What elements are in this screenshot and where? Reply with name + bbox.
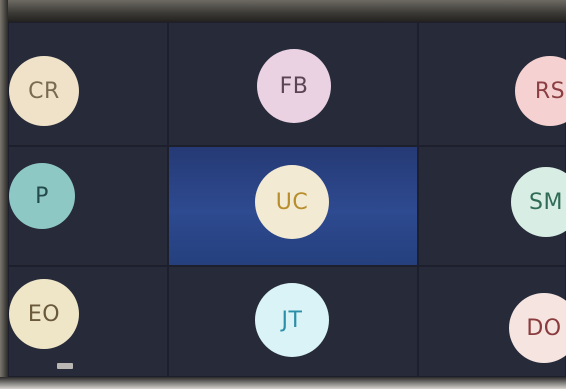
participant-tile-p[interactable]: P xyxy=(8,146,168,266)
participant-tile-sm[interactable]: SM xyxy=(418,146,566,266)
participant-tile-do[interactable]: DO xyxy=(418,266,566,377)
avatar: DO xyxy=(509,293,566,363)
video-call-screen: CR FB RS P UC SM EO JT DO xyxy=(0,0,566,389)
avatar: UC xyxy=(255,165,329,239)
participant-tile-rs[interactable]: RS xyxy=(418,22,566,146)
avatar-initials: UC xyxy=(275,189,309,215)
monitor-bezel-left xyxy=(0,0,8,389)
avatar-initials: RS xyxy=(534,78,566,104)
avatar-initials: SM xyxy=(529,189,563,215)
avatar: EO xyxy=(9,279,79,349)
avatar-initials: FB xyxy=(279,73,309,99)
participant-tile-fb[interactable]: FB xyxy=(168,22,418,146)
avatar: FB xyxy=(257,49,331,123)
monitor-bezel-top xyxy=(0,0,566,22)
participant-grid: CR FB RS P UC SM EO JT DO xyxy=(8,22,566,377)
avatar: P xyxy=(9,163,75,229)
avatar: JT xyxy=(255,283,329,357)
participant-tile-jt[interactable]: JT xyxy=(168,266,418,377)
monitor-bezel-bottom xyxy=(0,377,566,389)
avatar-initials: EO xyxy=(27,301,61,327)
avatar: RS xyxy=(515,56,566,126)
participant-tile-cr[interactable]: CR xyxy=(8,22,168,146)
avatar-initials: DO xyxy=(526,315,562,341)
avatar-initials: JT xyxy=(281,307,303,333)
participant-tile-eo[interactable]: EO xyxy=(8,266,168,377)
avatar: SM xyxy=(511,167,566,237)
participant-tile-uc-active-speaker[interactable]: UC xyxy=(168,146,418,266)
avatar-initials: CR xyxy=(28,78,60,104)
avatar-initials: P xyxy=(35,183,49,209)
avatar: CR xyxy=(9,56,79,126)
status-badge xyxy=(57,363,73,369)
